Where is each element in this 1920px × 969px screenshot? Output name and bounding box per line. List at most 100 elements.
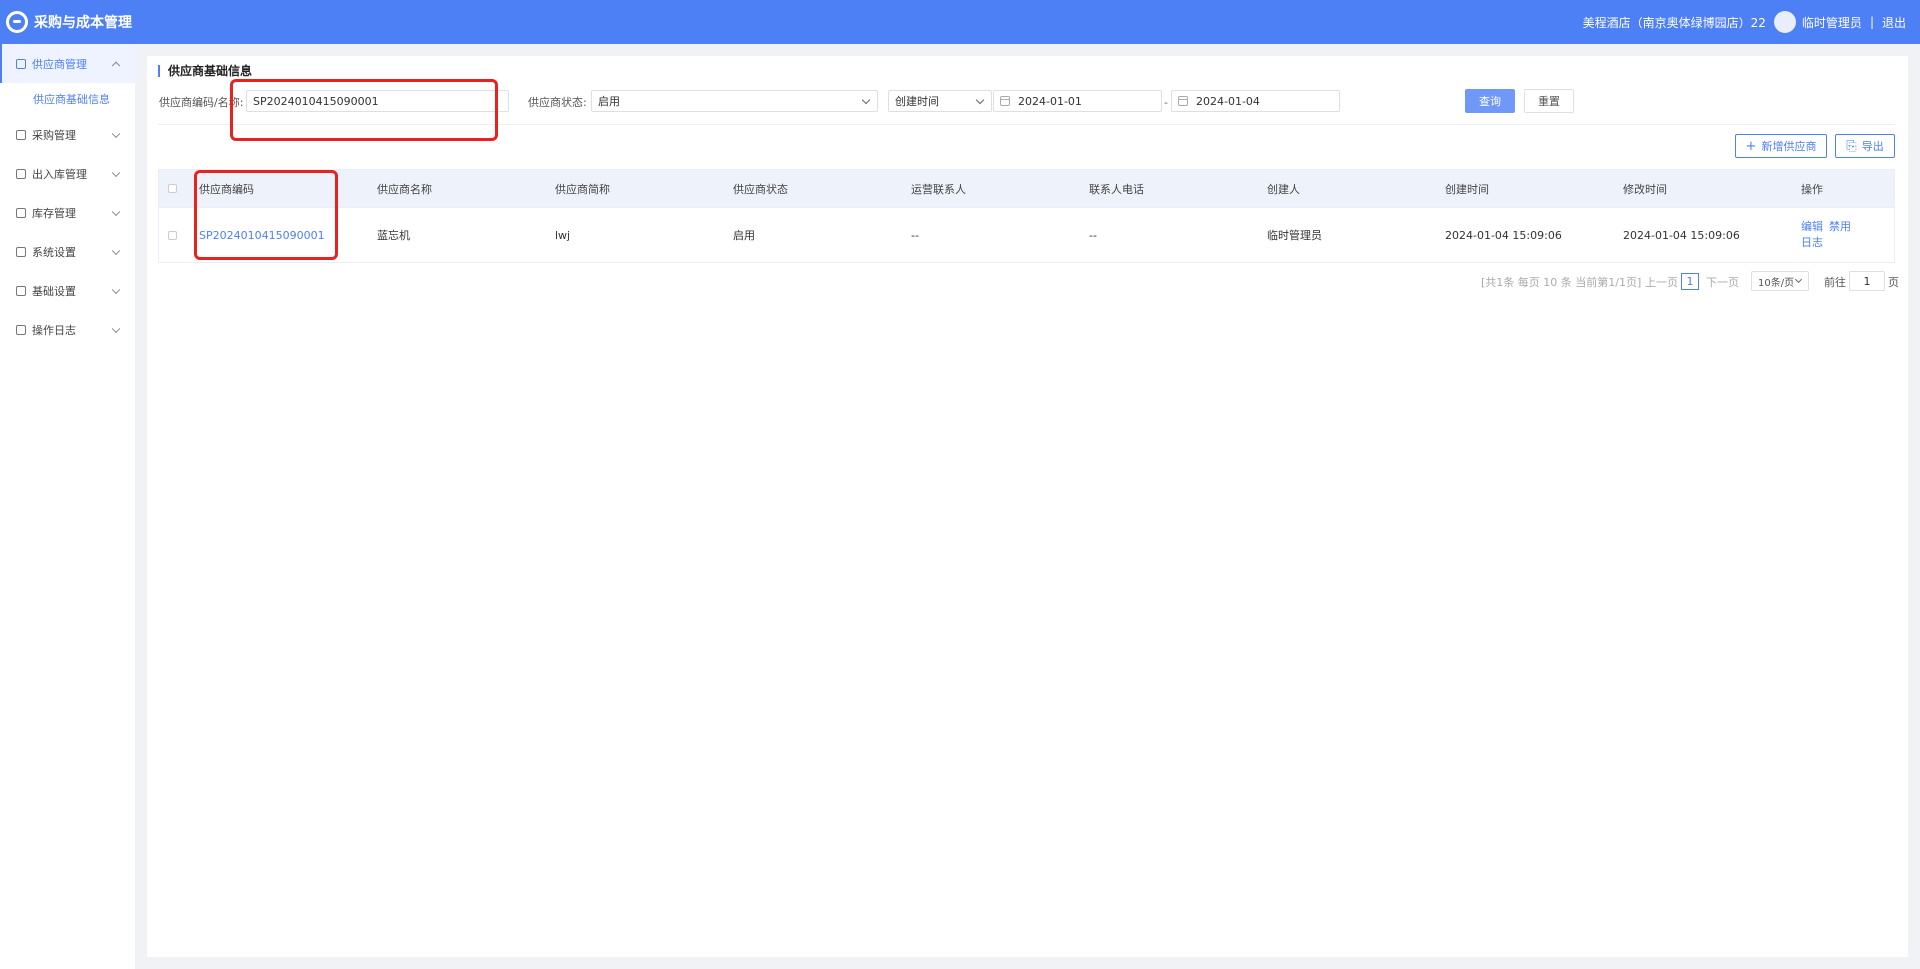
main-panel: 供应商基础信息 供应商编码/名称: SP2024010415090001 供应商… <box>147 56 1908 957</box>
status-select-value: 启用 <box>598 95 620 108</box>
chevron-down-icon <box>861 95 871 105</box>
stock-io-icon <box>16 168 26 179</box>
edit-link[interactable]: 编辑 <box>1801 219 1823 235</box>
export-button[interactable]: ⎘ 导出 <box>1835 134 1895 158</box>
status-filter-label: 供应商状态: <box>528 96 587 109</box>
app-title: 采购与成本管理 <box>34 15 132 31</box>
header-separator: | <box>1869 15 1874 29</box>
sidebar-item-label: 基础设置 <box>32 284 76 298</box>
date-end-value: 2024-01-04 <box>1196 94 1260 108</box>
purchase-icon <box>16 129 26 140</box>
code-filter-label: 供应商编码/名称: <box>159 96 244 109</box>
sidebar-item-label: 采购管理 <box>32 128 76 142</box>
avatar[interactable] <box>1773 11 1796 33</box>
add-supplier-button[interactable]: + 新增供应商 <box>1735 134 1827 158</box>
row-checkbox[interactable] <box>168 230 177 240</box>
status-select[interactable]: 启用 <box>591 90 878 112</box>
chevron-down-icon <box>975 95 985 105</box>
sidebar-item-label: 出入库管理 <box>32 167 87 181</box>
pagination-summary: [共1条 每页 10 条 当前第1/1页] <box>1481 276 1642 289</box>
inventory-icon <box>16 207 26 218</box>
add-supplier-label: 新增供应商 <box>1761 140 1817 153</box>
supplier-code-link[interactable]: SP2024010415090001 <box>199 229 377 242</box>
supplier-name: 蓝忘机 <box>377 229 410 242</box>
sidebar-item-purchase[interactable]: 采购管理 <box>0 115 135 154</box>
supplier-modified-time: 2024-01-04 15:09:06 <box>1623 228 1740 242</box>
col-short: 供应商简称 <box>555 182 610 196</box>
header-user-area: 美程酒店（南京奥体绿博园店）22 临时管理员 | 退出 <box>1583 0 1906 44</box>
col-ops: 操作 <box>1801 182 1823 196</box>
col-phone: 联系人电话 <box>1089 182 1144 196</box>
supplier-short: lwj <box>555 228 571 242</box>
system-icon <box>16 246 26 257</box>
sidebar-item-supplier[interactable]: 供应商管理 <box>0 44 135 83</box>
table-header-row: 供应商编码 供应商名称 供应商简称 供应商状态 运营联系人 联系人电话 创建人 … <box>159 170 1894 208</box>
col-created: 创建时间 <box>1445 182 1489 196</box>
plus-icon: + <box>1745 138 1757 154</box>
sidebar-item-stock-io[interactable]: 出入库管理 <box>0 154 135 193</box>
chevron-down-icon <box>111 246 121 255</box>
supplier-contact: -- <box>911 228 919 242</box>
chevron-down-icon <box>111 285 121 294</box>
page-title: 供应商基础信息 <box>158 65 252 77</box>
page-number-current[interactable]: 1 <box>1681 273 1699 290</box>
log-link[interactable]: 日志 <box>1801 235 1823 251</box>
sidebar-item-log[interactable]: 操作日志 <box>0 310 135 349</box>
reset-button[interactable]: 重置 <box>1524 89 1574 113</box>
sidebar-item-label: 系统设置 <box>32 245 76 259</box>
prev-page-button[interactable]: 上一页 <box>1645 274 1678 290</box>
date-end-input[interactable]: 2024-01-04 <box>1171 90 1340 112</box>
date-start-input[interactable]: 2024-01-01 <box>993 90 1162 112</box>
next-page-button[interactable]: 下一页 <box>1706 274 1739 290</box>
sidebar-subitem-supplier-info[interactable]: 供应商基础信息 <box>0 83 135 115</box>
chevron-up-icon <box>111 61 121 70</box>
sidebar-item-system[interactable]: 系统设置 <box>0 232 135 271</box>
time-type-select[interactable]: 创建时间 <box>888 90 992 112</box>
date-range-separator: - <box>1164 96 1168 109</box>
filter-divider <box>158 124 1895 125</box>
sidebar-item-label: 库存管理 <box>32 206 76 220</box>
goto-label: 前往 <box>1824 276 1846 289</box>
export-icon: ⎘ <box>1846 138 1857 154</box>
query-button[interactable]: 查询 <box>1465 89 1515 113</box>
chevron-down-icon <box>111 129 121 138</box>
disable-link[interactable]: 禁用 <box>1829 219 1851 235</box>
top-header: 采购与成本管理 美程酒店（南京奥体绿博园店）22 临时管理员 | 退出 <box>0 0 1920 44</box>
goto-page-input[interactable]: 1 <box>1849 271 1885 291</box>
logo-icon <box>6 11 28 33</box>
table-row: SP2024010415090001 蓝忘机 lwj 启用 -- -- 临时管理… <box>159 208 1894 262</box>
chevron-down-icon <box>1794 275 1803 284</box>
col-name: 供应商名称 <box>377 182 432 196</box>
supplier-table: 供应商编码 供应商名称 供应商简称 供应商状态 运营联系人 联系人电话 创建人 … <box>158 169 1895 263</box>
row-operations: 编辑 禁用 日志 <box>1801 219 1871 251</box>
log-icon <box>16 324 26 335</box>
user-name[interactable]: 临时管理员 <box>1802 14 1862 31</box>
col-creator: 创建人 <box>1267 182 1300 196</box>
gear-icon <box>16 285 26 296</box>
date-start-value: 2024-01-01 <box>1018 94 1082 108</box>
col-modified: 修改时间 <box>1623 182 1667 196</box>
app-logo[interactable]: 采购与成本管理 <box>0 11 132 33</box>
sidebar-item-inventory[interactable]: 库存管理 <box>0 193 135 232</box>
store-name: 美程酒店（南京奥体绿博园店）22 <box>1582 15 1766 30</box>
col-status: 供应商状态 <box>733 182 788 196</box>
code-filter-value: SP2024010415090001 <box>253 94 379 108</box>
page-size-select[interactable]: 10条/页 <box>1751 271 1809 291</box>
sidebar: 供应商管理 供应商基础信息 采购管理 出入库管理 库存管理 系统设置 基础设置 … <box>0 44 135 969</box>
chevron-down-icon <box>111 168 121 177</box>
calendar-icon <box>1178 96 1188 106</box>
export-label: 导出 <box>1861 140 1884 153</box>
supplier-creator: 临时管理员 <box>1267 229 1322 242</box>
page-size-value: 10条/页 <box>1758 277 1795 289</box>
code-filter-input[interactable]: SP2024010415090001 <box>246 90 509 112</box>
calendar-icon <box>1000 96 1010 106</box>
col-contact: 运营联系人 <box>911 182 966 196</box>
supplier-phone: -- <box>1089 228 1097 242</box>
sidebar-item-label: 供应商管理 <box>32 57 87 71</box>
col-code: 供应商编码 <box>199 182 254 196</box>
sidebar-item-basic[interactable]: 基础设置 <box>0 271 135 310</box>
logout-link[interactable]: 退出 <box>1882 14 1906 31</box>
select-all-checkbox[interactable] <box>168 184 177 193</box>
sidebar-item-label: 操作日志 <box>32 323 76 337</box>
supplier-created-time: 2024-01-04 15:09:06 <box>1445 228 1562 242</box>
